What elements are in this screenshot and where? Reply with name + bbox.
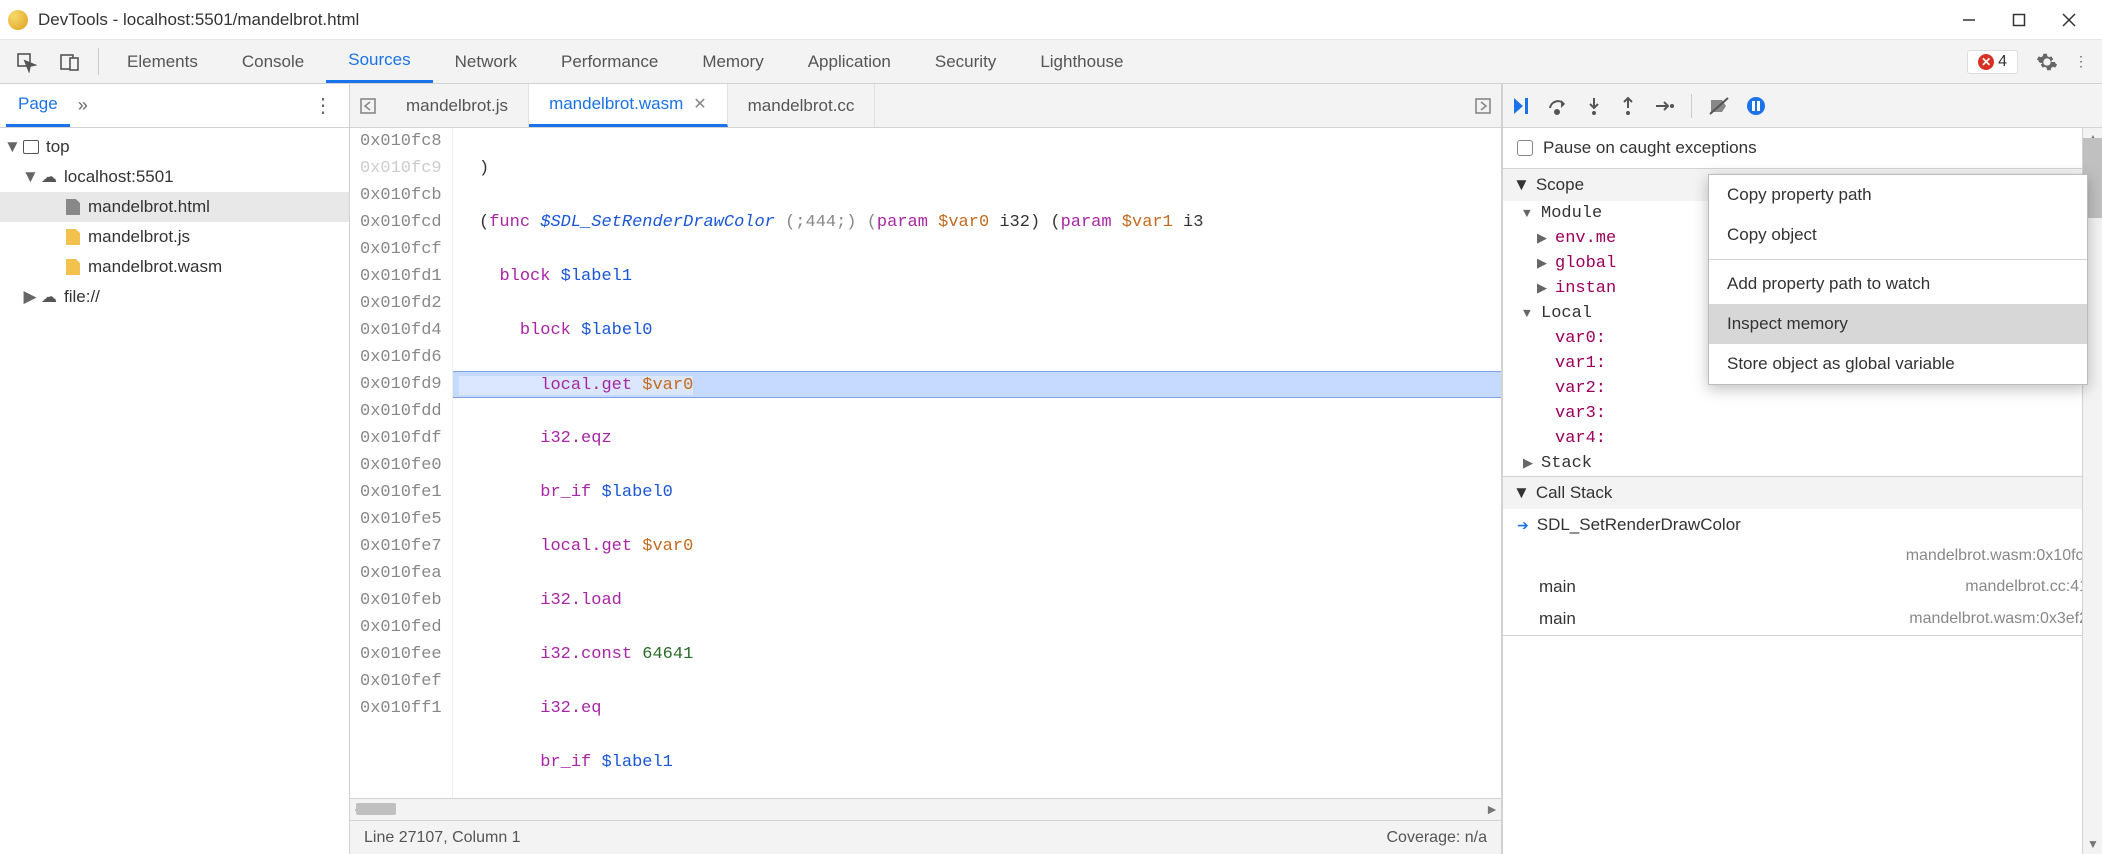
window-maximize-button[interactable] — [1994, 1, 2044, 39]
callstack-header[interactable]: ▼Call Stack — [1503, 477, 2102, 509]
scope-stack[interactable]: ▶Stack — [1503, 451, 2102, 476]
editor-tab-js[interactable]: mandelbrot.js — [386, 84, 529, 127]
step-icon[interactable] — [1653, 96, 1675, 116]
deactivate-breakpoints-icon[interactable] — [1708, 96, 1730, 116]
script-icon — [62, 229, 84, 245]
file-tree: ▼top ▼☁localhost:5501 mandelbrot.html ma… — [0, 128, 349, 854]
error-count: 4 — [1998, 53, 2007, 71]
window-close-button[interactable] — [2044, 1, 2094, 39]
editor-panel: mandelbrot.js mandelbrot.wasm✕ mandelbro… — [350, 84, 1502, 854]
editor-hscrollbar[interactable]: ◄► — [350, 798, 1501, 820]
step-over-icon[interactable] — [1547, 96, 1569, 116]
tab-lighthouse[interactable]: Lighthouse — [1018, 40, 1145, 83]
tab-elements[interactable]: Elements — [105, 40, 220, 83]
tab-sources[interactable]: Sources — [326, 40, 432, 83]
ctx-store-global[interactable]: Store object as global variable — [1709, 344, 2087, 384]
tree-domain[interactable]: ▼☁localhost:5501 — [0, 162, 349, 192]
tab-console[interactable]: Console — [220, 40, 326, 83]
editor-tab-cc[interactable]: mandelbrot.cc — [728, 84, 876, 127]
inspect-element-icon[interactable] — [4, 40, 48, 83]
callstack-frame-0[interactable]: SDL_SetRenderDrawColor — [1503, 509, 2102, 541]
callstack-section: ▼Call Stack SDL_SetRenderDrawColor mande… — [1503, 477, 2102, 636]
device-toolbar-icon[interactable] — [48, 40, 92, 83]
callstack-frame-2[interactable]: mainmandelbrot.wasm:0x3ef2 — [1503, 603, 2102, 635]
tree-file-scheme[interactable]: ▶☁file:// — [0, 282, 349, 312]
devtools-app-icon — [8, 10, 28, 30]
window-title: DevTools - localhost:5501/mandelbrot.htm… — [38, 10, 359, 30]
navigator-panel: Page » ⋮ ▼top ▼☁localhost:5501 mandelbro… — [0, 84, 350, 854]
code-lines: ) (func $SDL_SetRenderDrawColor (;444;) … — [453, 128, 1501, 798]
step-out-icon[interactable] — [1619, 96, 1637, 116]
error-count-badge[interactable]: ✕ 4 — [1967, 50, 2018, 74]
editor-nav-back-icon[interactable] — [350, 84, 386, 127]
step-into-icon[interactable] — [1585, 96, 1603, 116]
cloud-icon: ☁ — [38, 167, 60, 187]
checkbox-icon[interactable] — [1517, 140, 1533, 156]
scope-local-var3[interactable]: var3: — [1503, 401, 2102, 426]
editor-nav-forward-icon[interactable] — [1465, 84, 1501, 127]
more-menu-icon[interactable]: ⋮ — [2064, 45, 2098, 79]
callstack-frame-1[interactable]: mainmandelbrot.cc:41 — [1503, 571, 2102, 603]
navigator-more-tabs-icon[interactable]: » — [70, 95, 96, 116]
tree-file-js[interactable]: mandelbrot.js — [0, 222, 349, 252]
code-gutter: 0x010fc80x010fc90x010fcb0x010fcd0x010fcf… — [350, 128, 453, 798]
tab-memory[interactable]: Memory — [680, 40, 785, 83]
navigator-kebab-icon[interactable]: ⋮ — [303, 93, 343, 118]
navigator-tab-page[interactable]: Page — [6, 84, 70, 127]
settings-gear-icon[interactable] — [2030, 45, 2064, 79]
cloud-icon: ☁ — [38, 287, 60, 307]
ctx-copy-property-path[interactable]: Copy property path — [1709, 175, 2087, 215]
scope-local-var4[interactable]: var4: — [1503, 426, 2102, 451]
tab-network[interactable]: Network — [433, 40, 539, 83]
code-editor[interactable]: 0x010fc80x010fc90x010fcb0x010fcd0x010fcf… — [350, 128, 1501, 798]
ctx-add-to-watch[interactable]: Add property path to watch — [1709, 264, 2087, 304]
tree-file-html[interactable]: mandelbrot.html — [0, 192, 349, 222]
error-icon: ✕ — [1978, 54, 1994, 70]
script-icon — [62, 259, 84, 275]
pause-on-exceptions-icon[interactable] — [1746, 96, 1766, 116]
cursor-position: Line 27107, Column 1 — [364, 829, 521, 847]
resume-icon[interactable] — [1511, 96, 1531, 116]
pause-on-caught-row[interactable]: Pause on caught exceptions — [1503, 128, 2102, 169]
tab-application[interactable]: Application — [786, 40, 913, 83]
tab-security[interactable]: Security — [913, 40, 1018, 83]
window-frame-icon — [20, 140, 42, 154]
debugger-toolbar — [1503, 84, 2102, 128]
tree-file-wasm[interactable]: mandelbrot.wasm — [0, 252, 349, 282]
document-icon — [62, 199, 84, 215]
close-tab-icon[interactable]: ✕ — [693, 94, 706, 114]
editor-tab-wasm[interactable]: mandelbrot.wasm✕ — [529, 84, 728, 127]
callstack-frame-0-loc: mandelbrot.wasm:0x10fcf — [1503, 541, 2102, 571]
editor-statusbar: Line 27107, Column 1 Coverage: n/a — [350, 820, 1501, 854]
debugger-panel: Pause on caught exceptions ▼Scope ▼Modul… — [1502, 84, 2102, 854]
devtools-toolbar: Elements Console Sources Network Perform… — [0, 40, 2102, 84]
ctx-copy-object[interactable]: Copy object — [1709, 215, 2087, 255]
ctx-inspect-memory[interactable]: Inspect memory — [1709, 304, 2087, 344]
editor-tabbar: mandelbrot.js mandelbrot.wasm✕ mandelbro… — [350, 84, 1501, 128]
tree-top[interactable]: ▼top — [0, 132, 349, 162]
coverage-status: Coverage: n/a — [1386, 829, 1487, 847]
panel-tabs: Elements Console Sources Network Perform… — [105, 40, 1146, 83]
context-menu: Copy property path Copy object Add prope… — [1708, 174, 2088, 385]
window-titlebar: DevTools - localhost:5501/mandelbrot.htm… — [0, 0, 2102, 40]
window-minimize-button[interactable] — [1944, 1, 1994, 39]
tab-performance[interactable]: Performance — [539, 40, 680, 83]
